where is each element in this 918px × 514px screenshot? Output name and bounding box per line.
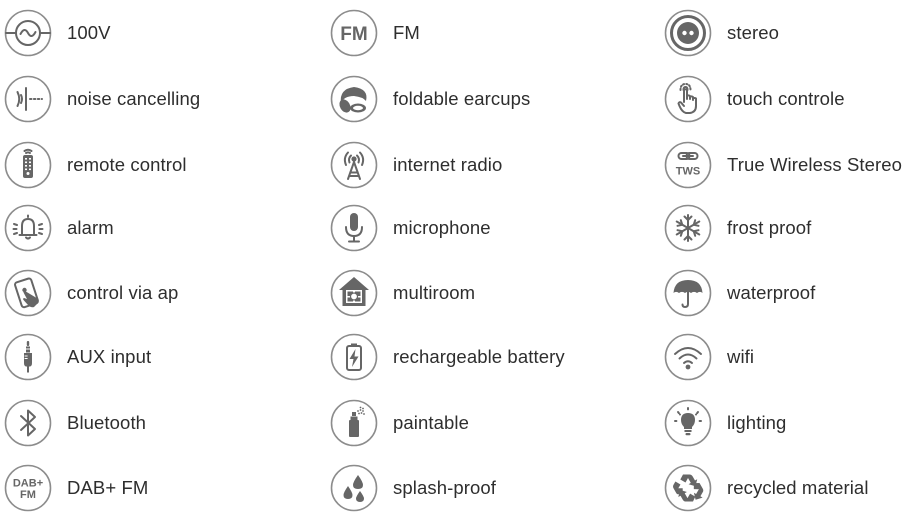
feature-item-noise-cancelling: noise cancelling bbox=[4, 74, 200, 124]
radio-tower-icon bbox=[330, 141, 378, 189]
light-bulb-icon bbox=[664, 399, 712, 447]
noise-cancelling-icon bbox=[4, 75, 52, 123]
feature-label: wifi bbox=[727, 346, 755, 367]
feature-label: rechargeable battery bbox=[393, 346, 565, 367]
feature-label: foldable earcups bbox=[393, 88, 531, 109]
feature-label: control via ap bbox=[67, 282, 179, 303]
fm-icon: FM bbox=[330, 9, 378, 57]
feature-label: stereo bbox=[727, 22, 780, 43]
feature-label: recycled material bbox=[727, 477, 869, 498]
feature-label: multiroom bbox=[393, 282, 476, 303]
phone-touch-icon bbox=[4, 269, 52, 317]
feature-label: FM bbox=[393, 22, 420, 43]
feature-label: internet radio bbox=[393, 154, 503, 175]
feature-label: remote control bbox=[67, 154, 187, 175]
alarm-bell-icon bbox=[4, 204, 52, 252]
dab-fm-icon: DAB+ FM bbox=[4, 464, 52, 512]
feature-label: DAB+ FM bbox=[67, 477, 149, 498]
stereo-icon bbox=[664, 9, 712, 57]
feature-item-100v: 100V bbox=[4, 8, 111, 58]
feature-item-waterproof: waterproof bbox=[664, 268, 815, 318]
feature-icon-legend: 100V noise cancelling remote control ala… bbox=[0, 0, 918, 514]
fm-icon-text: FM bbox=[20, 489, 36, 501]
snowflake-icon bbox=[664, 204, 712, 252]
spray-can-icon bbox=[330, 399, 378, 447]
recycle-icon bbox=[664, 464, 712, 512]
feature-item-multiroom: multiroom bbox=[330, 268, 475, 318]
feature-item-microphone: microphone bbox=[330, 203, 491, 253]
feature-item-touch-controle: touch controle bbox=[664, 74, 845, 124]
feature-item-bluetooth: Bluetooth bbox=[4, 398, 146, 448]
feature-label: microphone bbox=[393, 217, 491, 238]
feature-label: noise cancelling bbox=[67, 88, 201, 109]
feature-item-dab-fm: DAB+ FM DAB+ FM bbox=[4, 463, 148, 513]
feature-label: alarm bbox=[67, 217, 114, 238]
feature-item-frost-proof: frost proof bbox=[664, 203, 811, 253]
multiroom-house-icon bbox=[330, 269, 378, 317]
feature-label: 100V bbox=[67, 22, 111, 43]
feature-item-internet-radio: internet radio bbox=[330, 140, 502, 190]
tws-link-icon: TWS bbox=[664, 141, 712, 189]
feature-label: paintable bbox=[393, 412, 469, 433]
feature-label: frost proof bbox=[727, 217, 812, 238]
feature-item-paintable: paintable bbox=[330, 398, 469, 448]
feature-item-recycled-material: recycled material bbox=[664, 463, 869, 513]
remote-control-icon bbox=[4, 141, 52, 189]
battery-icon bbox=[330, 333, 378, 381]
feature-item-aux-input: AUX input bbox=[4, 332, 151, 382]
feature-item-control-via-app: control via ap bbox=[4, 268, 178, 318]
feature-label: splash-proof bbox=[393, 477, 497, 498]
touch-hand-icon bbox=[664, 75, 712, 123]
feature-item-alarm: alarm bbox=[4, 203, 114, 253]
feature-item-wifi: wifi bbox=[664, 332, 754, 382]
aux-jack-icon bbox=[4, 333, 52, 381]
feature-label: lighting bbox=[727, 412, 787, 433]
feature-item-stereo: stereo bbox=[664, 8, 779, 58]
fm-icon-text: FM bbox=[340, 24, 367, 45]
tws-icon-text: TWS bbox=[676, 166, 700, 178]
feature-label: waterproof bbox=[727, 282, 816, 303]
bluetooth-icon bbox=[4, 399, 52, 447]
feature-label: Bluetooth bbox=[67, 412, 147, 433]
ac-power-icon bbox=[4, 9, 52, 57]
headphones-icon bbox=[330, 75, 378, 123]
feature-item-foldable-earcups: foldable earcups bbox=[330, 74, 530, 124]
feature-item-lighting: lighting bbox=[664, 398, 786, 448]
feature-item-fm: FM FM bbox=[330, 8, 420, 58]
feature-item-splash-proof: splash-proof bbox=[330, 463, 496, 513]
feature-item-remote-control: remote control bbox=[4, 140, 187, 190]
feature-label: AUX input bbox=[67, 346, 152, 367]
feature-item-rechargeable-battery: rechargeable battery bbox=[330, 332, 565, 382]
feature-item-true-wireless-stereo: TWS True Wireless Stereo bbox=[664, 140, 902, 190]
dab-icon-text: DAB+ bbox=[13, 478, 43, 490]
feature-label: touch controle bbox=[727, 88, 845, 109]
umbrella-icon bbox=[664, 269, 712, 317]
microphone-icon bbox=[330, 204, 378, 252]
water-drops-icon bbox=[330, 464, 378, 512]
feature-label: True Wireless Stereo bbox=[727, 154, 903, 175]
wifi-icon bbox=[664, 333, 712, 381]
